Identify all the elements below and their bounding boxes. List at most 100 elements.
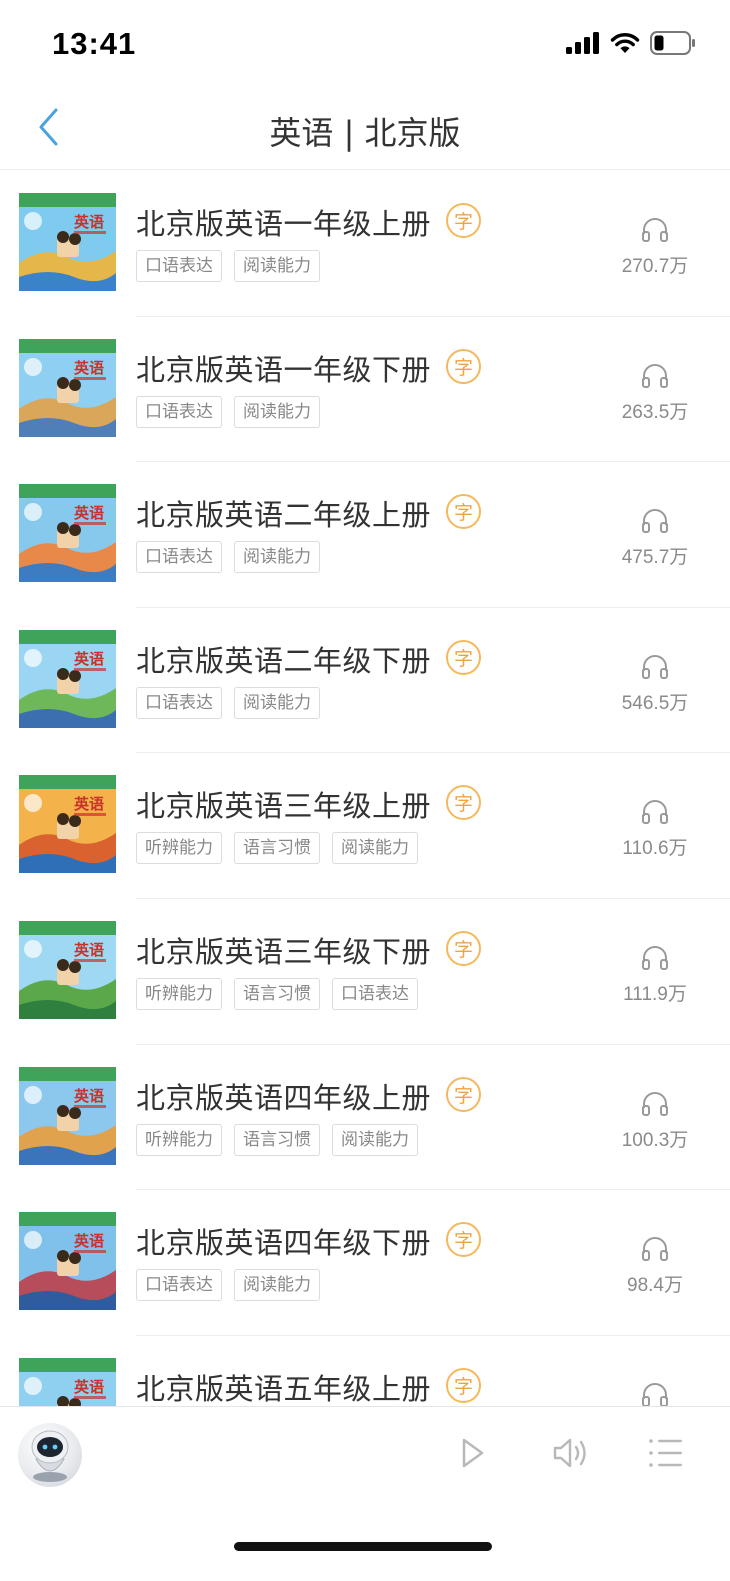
play-count-value: 110.6万 <box>622 838 688 860</box>
book-cover-image: 英语 <box>19 193 116 291</box>
book-title: 北京版英语五年级上册 <box>136 1371 432 1406</box>
skill-tag: 阅读能力 <box>234 541 320 574</box>
volume-button[interactable] <box>551 1435 591 1475</box>
skill-tag: 阅读能力 <box>234 395 320 428</box>
app-screen: 13:41 英语 | 北京版 英语 北京版英语一年级上册 字 口语表达 阅读能力… <box>0 0 730 1581</box>
play-count-value: 546.5万 <box>621 692 689 714</box>
book-title: 北京版英语二年级上册 <box>136 498 432 533</box>
skill-tag: 听辨能力 <box>136 977 222 1010</box>
text-badge: 字 <box>446 1076 481 1112</box>
skill-tag: 阅读能力 <box>332 1123 418 1156</box>
play-count: 110.6万 <box>610 799 700 860</box>
play-count-value: 111.9万 <box>623 983 687 1005</box>
skill-tags: 口语表达 阅读能力 <box>136 541 320 574</box>
play-count: 270.7万 <box>610 217 700 278</box>
book-title: 北京版英语四年级下册 <box>136 1226 432 1261</box>
skill-tags: 口语表达 阅读能力 <box>136 686 320 719</box>
player-bar <box>0 1406 730 1502</box>
play-count: 263.5万 <box>610 363 700 424</box>
book-list-item[interactable]: 英语 北京版英语二年级下册字口语表达 阅读能力 546.5万 <box>0 608 730 754</box>
book-title: 北京版英语一年级上册 <box>136 207 432 241</box>
text-badge: 字 <box>446 494 481 530</box>
playlist-icon <box>648 1437 684 1473</box>
svg-text:英语: 英语 <box>74 941 104 959</box>
book-title: 北京版英语二年级下册 <box>136 643 432 678</box>
headphone-icon <box>610 654 700 684</box>
book-cover-image: 英语 <box>19 1212 116 1311</box>
skill-tags: 听辨能力 语言习惯 阅读能力 <box>136 832 418 865</box>
svg-text:英语: 英语 <box>74 650 104 668</box>
book-title: 北京版英语三年级上册 <box>136 789 432 824</box>
book-list-item[interactable]: 英语 北京版英语三年级下册字听辨能力 语言习惯 口语表达 111.9万 <box>0 899 730 1045</box>
headphone-icon <box>610 363 700 393</box>
headphone-icon <box>610 1236 700 1266</box>
book-cover-image: 英语 <box>19 1066 116 1165</box>
book-cover-image: 英语 <box>19 484 116 583</box>
svg-text:英语: 英语 <box>74 213 104 231</box>
skill-tag: 阅读能力 <box>234 1269 320 1302</box>
book-title: 北京版英语一年级下册 <box>136 352 432 387</box>
text-badge: 字 <box>446 1222 481 1258</box>
headphone-icon <box>610 799 700 829</box>
skill-tag: 听辨能力 <box>136 832 222 865</box>
book-cover-image: 英语 <box>19 338 116 437</box>
svg-text:英语: 英语 <box>74 1232 104 1250</box>
book-list-item[interactable]: 英语 北京版英语一年级下册字口语表达 阅读能力 263.5万 <box>0 317 730 463</box>
skill-tag: 阅读能力 <box>234 686 320 719</box>
home-indicator <box>234 1542 492 1551</box>
play-count: 98.4万 <box>610 1236 700 1297</box>
skill-tag: 口语表达 <box>136 250 222 282</box>
status-bar: 13:41 <box>0 0 730 90</box>
play-count: 475.7万 <box>610 508 700 569</box>
play-count: 546.5万 <box>610 654 700 715</box>
headphone-icon <box>610 945 700 975</box>
play-count-value: 100.3万 <box>621 1129 689 1151</box>
book-list[interactable]: 英语 北京版英语一年级上册字口语表达 阅读能力 270.7万 英语 北京版英语一年级下册字… <box>0 171 730 1419</box>
svg-text:英语: 英语 <box>74 1087 104 1105</box>
robot-avatar[interactable] <box>18 1423 82 1487</box>
skill-tag: 口语表达 <box>136 395 222 428</box>
book-list-item[interactable]: 英语 北京版英语一年级上册字口语表达 阅读能力 270.7万 <box>0 171 730 317</box>
book-list-item[interactable]: 英语 北京版英语二年级上册字口语表达 阅读能力 475.7万 <box>0 462 730 608</box>
book-title: 北京版英语三年级下册 <box>136 934 432 969</box>
text-badge: 字 <box>446 1367 481 1403</box>
skill-tag: 语言习惯 <box>234 832 320 865</box>
text-badge: 字 <box>446 203 481 238</box>
book-list-item[interactable]: 英语 北京版英语四年级上册字听辨能力 语言习惯 阅读能力 100.3万 <box>0 1045 730 1191</box>
skill-tags: 听辨能力 语言习惯 阅读能力 <box>136 1123 418 1156</box>
skill-tag: 口语表达 <box>136 686 222 719</box>
playlist-button[interactable] <box>646 1435 686 1475</box>
headphone-icon <box>610 217 700 247</box>
svg-text:英语: 英语 <box>74 1378 104 1396</box>
svg-text:英语: 英语 <box>74 504 104 522</box>
book-list-item[interactable]: 英语 北京版英语三年级上册字听辨能力 语言习惯 阅读能力 110.6万 <box>0 753 730 899</box>
headphone-icon <box>610 508 700 538</box>
wifi-icon <box>610 32 640 58</box>
play-count: 111.9万 <box>610 945 700 1006</box>
play-count-value: 263.5万 <box>621 401 689 423</box>
book-cover-image: 英语 <box>19 629 116 728</box>
skill-tags: 听辨能力 语言习惯 口语表达 <box>136 977 418 1010</box>
book-title: 北京版英语四年级上册 <box>136 1080 432 1115</box>
play-count-value: 98.4万 <box>627 1275 683 1297</box>
skill-tag: 口语表达 <box>332 977 418 1010</box>
skill-tag: 口语表达 <box>136 1269 222 1302</box>
skill-tags: 口语表达 阅读能力 <box>136 250 320 282</box>
volume-icon <box>552 1436 590 1474</box>
nav-bar: 英语 | 北京版 <box>0 90 730 170</box>
skill-tag: 语言习惯 <box>234 1123 320 1156</box>
text-badge: 字 <box>446 930 481 966</box>
status-icons <box>566 31 696 59</box>
play-count: 100.3万 <box>610 1091 700 1152</box>
play-icon <box>460 1437 486 1473</box>
skill-tag: 口语表达 <box>136 541 222 574</box>
svg-text:英语: 英语 <box>74 795 104 813</box>
battery-icon <box>650 31 696 59</box>
book-list-item[interactable]: 英语 北京版英语四年级下册字口语表达 阅读能力 98.4万 <box>0 1190 730 1336</box>
status-time: 13:41 <box>52 26 137 61</box>
text-badge: 字 <box>446 639 481 675</box>
play-button[interactable] <box>453 1435 493 1475</box>
svg-text:英语: 英语 <box>74 359 104 377</box>
text-badge: 字 <box>446 348 481 384</box>
play-count-value: 475.7万 <box>621 547 689 569</box>
